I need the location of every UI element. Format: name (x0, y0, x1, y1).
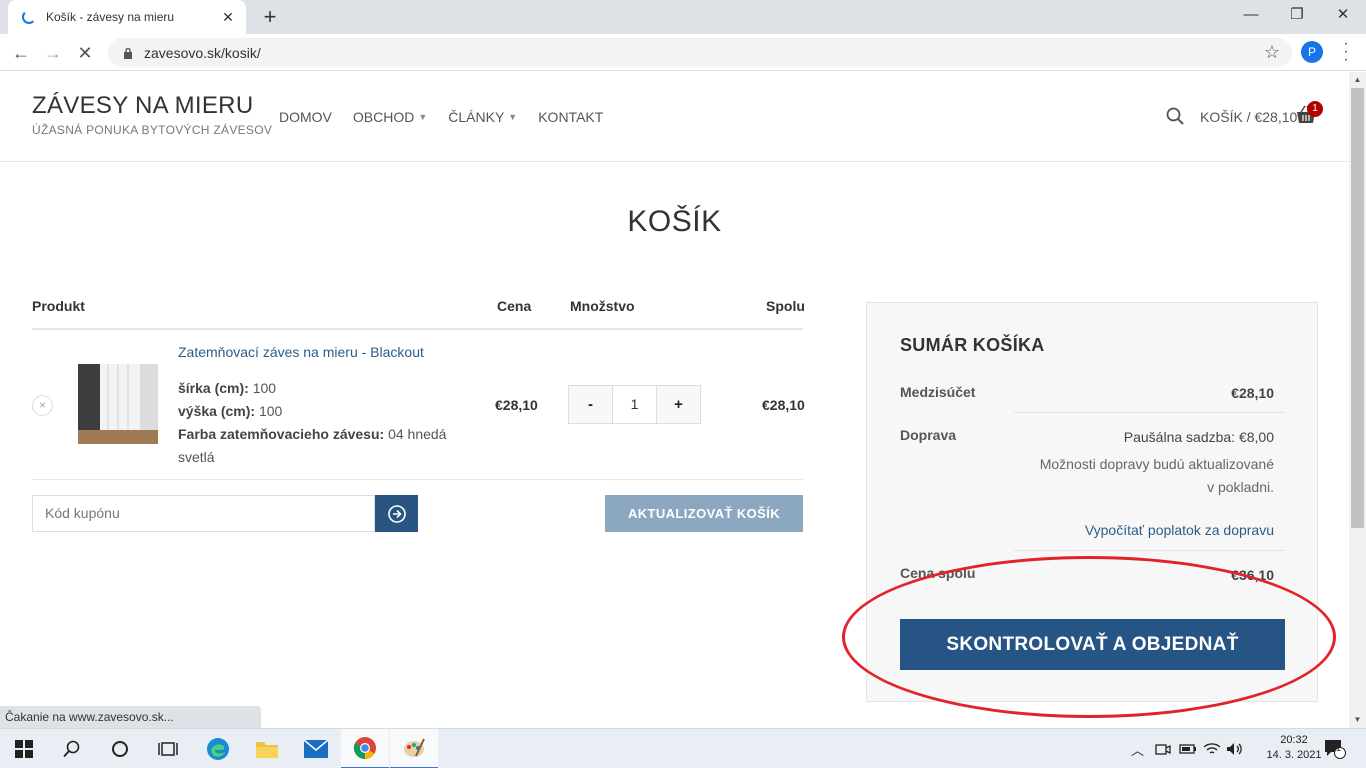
profile-avatar[interactable]: P (1301, 41, 1323, 63)
volume-icon[interactable] (1226, 729, 1244, 768)
nav-item-kontakt[interactable]: KONTAKT (538, 109, 603, 125)
total-label: Cena spolu (900, 565, 976, 581)
scrollbar-thumb[interactable] (1351, 88, 1364, 528)
paint-icon[interactable] (390, 729, 438, 768)
search-icon[interactable] (1166, 107, 1184, 125)
browser-menu-icon[interactable]: · · · (1340, 36, 1352, 68)
shipping-note-2: v pokladni. (1207, 479, 1274, 495)
site-header: ZÁVESY NA MIERU ÚŽASNÁ PONUKA BYTOVÝCH Z… (0, 72, 1349, 162)
tab-close-icon[interactable]: ✕ (220, 9, 236, 26)
attr-color-wrap: svetlá (178, 449, 215, 465)
coupon-input[interactable]: Kód kupónu (32, 495, 375, 532)
attr-height: výška (cm): 100 (178, 403, 283, 419)
file-explorer-icon[interactable] (243, 729, 291, 768)
stop-loading-icon[interactable]: ✕ (72, 40, 98, 66)
battery-icon[interactable] (1179, 729, 1197, 768)
item-subtotal: €28,10 (762, 397, 805, 413)
remove-item-button[interactable]: × (32, 395, 53, 416)
column-header-quantity: Množstvo (570, 298, 635, 314)
shipping-label: Doprava (900, 427, 957, 443)
page-title: KOŠÍK (627, 205, 722, 238)
checkout-button[interactable]: SKONTROLOVAŤ A OBJEDNAŤ (900, 619, 1285, 670)
summary-divider (1014, 550, 1284, 551)
calculate-shipping-link[interactable]: Vypočítať poplatok za dopravu (1085, 522, 1274, 538)
bookmark-star-icon[interactable]: ☆ (1264, 42, 1280, 63)
site-logo[interactable]: ZÁVESY NA MIERU (32, 92, 253, 120)
notification-center-icon[interactable]: 1 (1324, 729, 1346, 768)
minimize-icon[interactable]: — (1228, 0, 1274, 34)
main-nav: DOMOV OBCHOD ▼ ČLÁNKY ▼ KONTAKT (279, 109, 603, 125)
cart-count-badge: 1 (1307, 101, 1323, 117)
chevron-down-icon: ▼ (418, 112, 428, 122)
taskbar-clock[interactable]: 20:32 14. 3. 2021 (1266, 733, 1322, 763)
row-divider (32, 479, 803, 480)
apply-coupon-button[interactable] (375, 495, 418, 532)
task-view-icon[interactable] (144, 729, 192, 768)
nav-item-obchod[interactable]: OBCHOD ▼ (353, 109, 427, 125)
browser-tab[interactable]: Košík - závesy na mieru ✕ (8, 0, 246, 34)
address-bar[interactable]: zavesovo.sk/kosik/ ☆ (108, 38, 1292, 67)
column-header-total: Spolu (766, 298, 805, 314)
update-cart-button[interactable]: AKTUALIZOVAŤ KOŠÍK (605, 495, 803, 532)
browser-tab-bar: Košík - závesy na mieru ✕ + — ❐ ✕ (0, 0, 1366, 34)
scroll-up-icon[interactable]: ▲ (1349, 72, 1366, 88)
chevron-down-icon: ▼ (508, 112, 518, 122)
browser-toolbar: ← → ✕ zavesovo.sk/kosik/ ☆ P · · · (0, 34, 1366, 71)
wifi-icon[interactable] (1203, 729, 1221, 768)
show-hidden-icons-icon[interactable]: ︿ (1131, 729, 1144, 768)
lock-icon (124, 47, 132, 59)
tab-title: Košík - závesy na mieru (46, 10, 175, 24)
product-thumbnail[interactable] (78, 364, 158, 444)
column-header-product: Produkt (32, 298, 85, 314)
clock-time: 20:32 (1280, 734, 1308, 746)
quantity-stepper: - 1 + (568, 385, 701, 424)
browser-status-text: Čakanie na www.zavesovo.sk... (0, 706, 261, 728)
header-cart-link[interactable]: KOŠÍK / €28,10 (1200, 109, 1297, 125)
scroll-down-icon[interactable]: ▼ (1349, 712, 1366, 728)
column-header-price: Cena (497, 298, 532, 314)
back-icon[interactable]: ← (8, 40, 34, 66)
subtotal-label: Medzisúčet (900, 384, 976, 400)
attr-width: šírka (cm): 100 (178, 380, 277, 396)
notification-count: 1 (1336, 743, 1342, 753)
quantity-input[interactable]: 1 (612, 386, 657, 423)
restore-icon[interactable]: ❐ (1274, 0, 1320, 34)
edge-icon[interactable] (194, 729, 242, 768)
quantity-increase-button[interactable]: + (657, 386, 700, 423)
site-tagline: ÚŽASNÁ PONUKA BYTOVÝCH ZÁVESOV (32, 123, 273, 137)
chrome-icon[interactable] (341, 729, 389, 768)
mail-icon[interactable] (292, 729, 340, 768)
new-tab-icon[interactable]: + (258, 5, 282, 29)
clock-date: 14. 3. 2021 (1266, 749, 1322, 761)
subtotal-value: €28,10 (1231, 385, 1274, 401)
nav-item-clanky[interactable]: ČLÁNKY ▼ (448, 109, 517, 125)
header-divider (32, 328, 803, 330)
arrow-circle-right-icon (387, 504, 406, 523)
forward-icon[interactable]: → (40, 40, 66, 66)
item-price: €28,10 (495, 397, 538, 413)
loading-spinner-icon (22, 10, 36, 24)
page-scrollbar[interactable]: ▲ ▼ (1349, 72, 1366, 728)
shipping-rate: Paušálna sadzba: €8,00 (1123, 429, 1274, 445)
product-name-link[interactable]: Zatemňovací záves na mieru - Blackout (178, 344, 424, 360)
summary-title: SUMÁR KOŠÍKA (900, 335, 1045, 355)
windows-taskbar: ︿ 20:32 14. 3. 2021 1 (0, 728, 1366, 768)
summary-divider (1014, 412, 1284, 413)
nav-item-domov[interactable]: DOMOV (279, 109, 332, 125)
quantity-decrease-button[interactable]: - (569, 386, 612, 423)
taskbar-search-icon[interactable] (48, 729, 96, 768)
shipping-note: Možnosti dopravy budú aktualizované (1039, 456, 1274, 472)
window-close-icon[interactable]: ✕ (1320, 0, 1366, 34)
windows-start-icon[interactable] (0, 729, 48, 768)
meet-now-icon[interactable] (1155, 729, 1171, 768)
attr-color: Farba zatemňovacieho závesu: 04 hnedá (178, 426, 447, 442)
url-text: zavesovo.sk/kosik/ (144, 44, 261, 61)
cortana-icon[interactable] (96, 729, 144, 768)
cart-summary: SUMÁR KOŠÍKA Medzisúčet €28,10 Doprava P… (866, 302, 1318, 702)
total-value: €36,10 (1231, 567, 1274, 583)
